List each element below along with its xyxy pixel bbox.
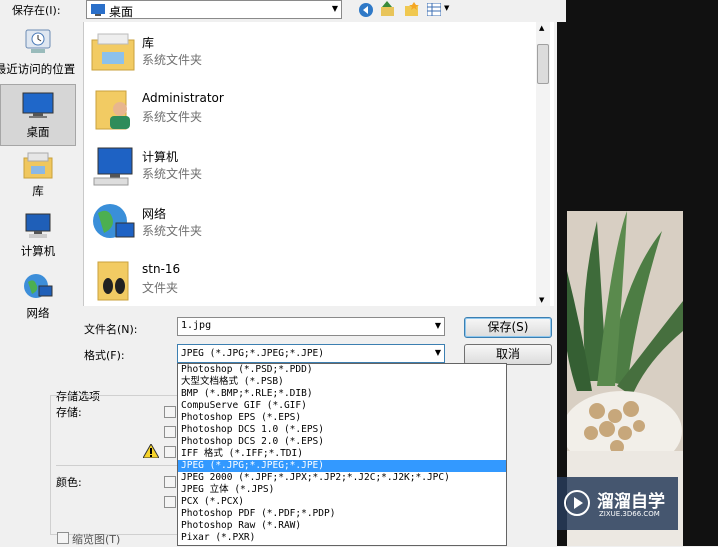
sidebar-item-desktop[interactable]: 桌面	[0, 84, 76, 146]
scroll-down-icon[interactable]: ▼	[539, 296, 544, 304]
format-option[interactable]: Photoshop PDF (*.PDF;*.PDP)	[178, 508, 506, 520]
format-value: JPEG (*.JPG;*.JPEG;*.JPE)	[181, 348, 324, 359]
format-option[interactable]: 大型文档格式 (*.PSB)	[178, 376, 506, 388]
watermark-url: ZIXUE.3D66.COM	[599, 510, 660, 518]
filename-label: 文件名(N):	[84, 323, 138, 336]
chevron-down-icon: ▼	[434, 321, 441, 330]
color-label: 颜色:	[56, 476, 82, 489]
format-option[interactable]: CompuServe GIF (*.GIF)	[178, 400, 506, 412]
store-label: 存储:	[56, 406, 82, 419]
filename-combo[interactable]: 1.jpg ▼	[177, 317, 445, 336]
file-name: 库	[142, 36, 155, 50]
sidebar-item-label: 库	[32, 184, 44, 198]
warning-icon	[143, 444, 159, 458]
sidebar-item-label: 计算机	[20, 244, 56, 258]
network-globe-icon	[93, 204, 135, 238]
up-folder-icon[interactable]	[380, 1, 396, 18]
list-item[interactable]: 计算机 系统文件夹	[84, 140, 524, 195]
computer-icon	[25, 213, 51, 238]
format-option[interactable]: Photoshop DCS 1.0 (*.EPS)	[178, 424, 506, 436]
places-sidebar: 最近访问的位置 桌面 库 计算机 网络	[0, 22, 78, 320]
watermark-title: 溜溜自学	[597, 492, 665, 512]
sidebar-item-computer[interactable]: 计算机	[0, 212, 76, 264]
format-dropdown-list[interactable]: Photoshop (*.PSD;*.PDD) 大型文档格式 (*.PSB) BMP…	[177, 363, 507, 546]
scroll-thumb[interactable]	[537, 44, 549, 84]
file-name: 网络	[142, 207, 167, 221]
list-item[interactable]: stn-16 文件夹	[84, 254, 524, 309]
filename-value: 1.jpg	[181, 320, 212, 331]
view-dropdown-icon: ▼	[444, 4, 450, 12]
library-icon	[23, 152, 53, 179]
format-label: 格式(F):	[84, 349, 125, 362]
color-checkbox-2[interactable]	[164, 496, 176, 508]
file-type: 系统文件夹	[142, 110, 203, 124]
file-type: 系统文件夹	[142, 167, 203, 181]
file-list[interactable]: 库 系统文件夹 Administrator 系统文件夹 计算机 系统文件夹 网络…	[83, 22, 554, 306]
list-item[interactable]: 网络 系统文件夹	[84, 197, 524, 252]
recent-places-icon	[25, 29, 51, 53]
file-list-scrollbar[interactable]: ▲ ▼	[536, 22, 550, 306]
store-checkbox-3[interactable]	[164, 446, 176, 458]
sidebar-item-network[interactable]: 网络	[0, 272, 76, 324]
thumbnail-checkbox[interactable]	[57, 532, 69, 544]
network-icon	[24, 274, 53, 298]
store-checkbox-2[interactable]	[164, 426, 176, 438]
format-option[interactable]: Pixar (*.PXR)	[178, 532, 506, 544]
view-menu-button[interactable]: ▼	[426, 1, 452, 18]
file-type: 系统文件夹	[142, 224, 203, 238]
save-in-label: 保存在(I):	[12, 4, 61, 17]
computer-icon	[93, 147, 133, 186]
library-folder-icon	[91, 33, 135, 71]
file-name: 计算机	[142, 150, 179, 164]
back-icon[interactable]	[358, 2, 374, 18]
list-item[interactable]: Administrator 系统文件夹	[84, 83, 524, 138]
save-in-combo[interactable]: 桌面 ▼	[86, 0, 342, 19]
save-in-value: 桌面	[109, 5, 134, 19]
format-option[interactable]: Photoshop Raw (*.RAW)	[178, 520, 506, 532]
format-option[interactable]: JPEG 2000 (*.JPF;*.JPX;*.JP2;*.J2C;*.J2K…	[178, 472, 506, 484]
format-option[interactable]: Photoshop EPS (*.EPS)	[178, 412, 506, 424]
watermark-logo: 溜溜自学 ZIXUE.3D66.COM	[557, 477, 678, 530]
format-option[interactable]: JPEG 立体 (*.JPS)	[178, 484, 506, 496]
play-logo-icon	[564, 490, 590, 516]
desktop-small-icon	[91, 4, 105, 16]
save-button[interactable]: 保存(S)	[464, 317, 552, 338]
format-option[interactable]: Photoshop (*.PSD;*.PDD)	[178, 364, 506, 376]
sidebar-item-recent[interactable]: 最近访问的位置	[0, 28, 76, 78]
divider	[56, 465, 180, 466]
color-checkbox[interactable]	[164, 476, 176, 488]
new-folder-icon[interactable]	[404, 2, 420, 17]
chevron-down-icon: ▼	[331, 4, 338, 13]
sidebar-item-label: 网络	[26, 306, 50, 320]
file-type: 系统文件夹	[142, 53, 203, 67]
format-option[interactable]: JPEG (*.JPG;*.JPEG;*.JPE)	[178, 460, 506, 472]
view-grid-icon	[427, 3, 441, 16]
store-checkbox[interactable]	[164, 406, 176, 418]
file-name: stn-16	[142, 262, 181, 276]
format-option[interactable]: PCX (*.PCX)	[178, 496, 506, 508]
file-name: Administrator	[142, 91, 224, 105]
sidebar-item-label: 最近访问的位置	[0, 62, 76, 76]
scroll-up-icon[interactable]: ▲	[539, 24, 544, 32]
format-option[interactable]: Photoshop DCS 2.0 (*.EPS)	[178, 436, 506, 448]
folder-icon	[97, 261, 129, 301]
sidebar-item-label: 桌面	[26, 125, 50, 139]
format-combo[interactable]: JPEG (*.JPG;*.JPEG;*.JPE) ▼	[177, 344, 445, 363]
user-folder-icon	[95, 90, 130, 130]
format-option[interactable]: IFF 格式 (*.IFF;*.TDI)	[178, 448, 506, 460]
file-type: 文件夹	[142, 281, 179, 295]
thumbnail-label: 缩览图(T)	[72, 533, 121, 546]
format-option[interactable]: BMP (*.BMP;*.RLE;*.DIB)	[178, 388, 506, 400]
desktop-icon	[22, 92, 54, 118]
chevron-down-icon: ▼	[434, 348, 441, 357]
list-item[interactable]: 库 系统文件夹	[84, 26, 524, 81]
sidebar-item-library[interactable]: 库	[0, 150, 76, 202]
cancel-button[interactable]: 取消	[464, 344, 552, 365]
